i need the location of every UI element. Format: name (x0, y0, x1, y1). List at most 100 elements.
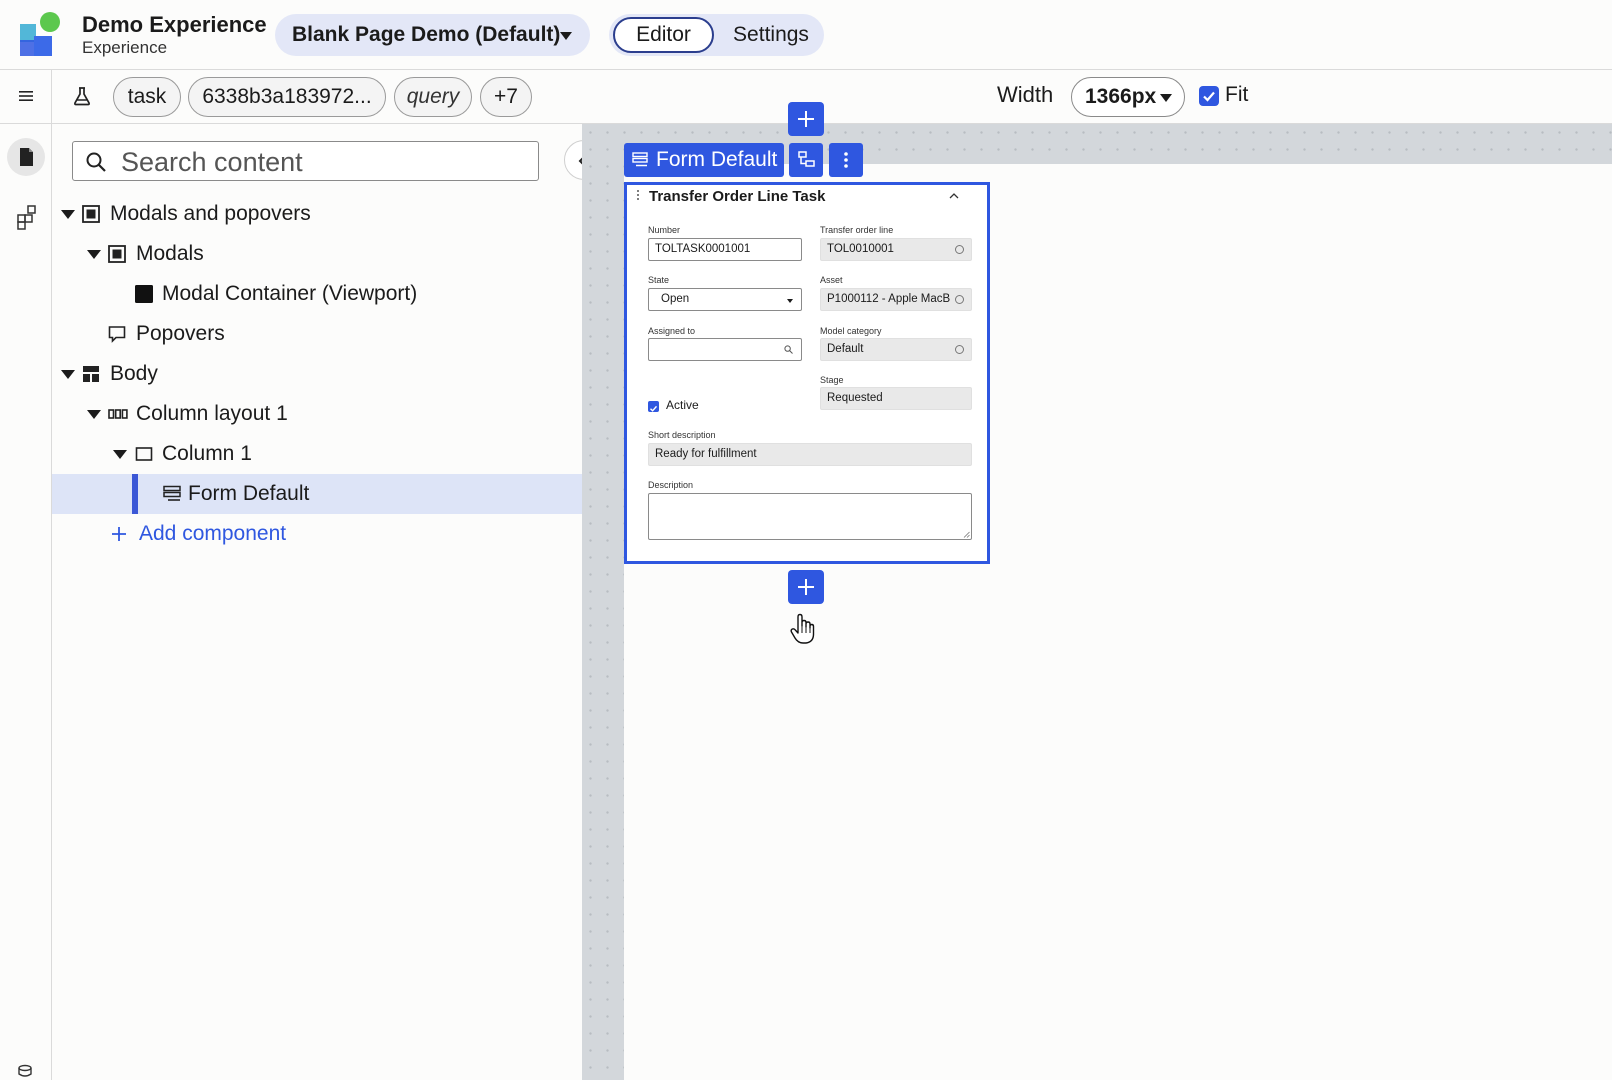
param-chip-task[interactable]: task (113, 77, 181, 117)
tree-item-body[interactable]: Body (52, 354, 582, 394)
stage-label: Stage (820, 375, 844, 385)
app-subtitle: Experience (82, 38, 168, 57)
search-icon (86, 152, 106, 172)
add-component-link[interactable]: Add component (52, 514, 582, 554)
active-label: Active (666, 398, 699, 412)
info-icon[interactable] (955, 345, 964, 354)
rail-components-button[interactable] (7, 198, 45, 236)
number-label: Number (648, 225, 681, 235)
tree-item-modals-and-popovers[interactable]: Modals and popovers (52, 194, 582, 234)
checkmark-icon (650, 405, 658, 412)
info-icon[interactable] (955, 295, 964, 304)
fit-label: Fit (1225, 83, 1249, 106)
editor-tab[interactable]: Editor (613, 17, 714, 53)
tree-item-form-default[interactable]: Form Default (52, 474, 582, 514)
tree-item-column-1[interactable]: Column 1 (52, 434, 582, 474)
number-field[interactable]: TOLTASK0001001 (648, 238, 802, 261)
caret-down-icon[interactable] (61, 210, 75, 219)
model-category-field: Default (820, 338, 972, 361)
width-label: Width (997, 82, 1054, 107)
more-vertical-icon (844, 152, 848, 168)
caret-down-icon[interactable] (87, 410, 101, 419)
assigned-to-field[interactable] (648, 338, 802, 361)
rail-content-tree-button[interactable] (7, 138, 45, 176)
document-icon (20, 148, 33, 166)
form-default-component[interactable]: Transfer Order Line Task Number TOLTASK0… (624, 182, 990, 564)
checkmark-icon (1203, 91, 1215, 102)
add-component-label: Add component (139, 522, 287, 545)
asset-label: Asset (820, 275, 843, 285)
app-title: Demo Experience (82, 12, 267, 37)
page-selector-label: Blank Page Demo (Default) (292, 23, 561, 46)
database-icon[interactable] (17, 1064, 33, 1078)
asset-value: P1000112 - Apple MacB (827, 293, 951, 305)
hierarchy-icon (798, 151, 815, 167)
state-select[interactable]: Open (648, 288, 802, 311)
tree-item-popovers[interactable]: Popovers (52, 314, 582, 354)
page-selector[interactable]: Blank Page Demo (Default) (275, 14, 590, 56)
description-label: Description (648, 480, 694, 490)
components-icon (17, 205, 36, 230)
state-value: Open (661, 293, 690, 305)
param-chip-sysid[interactable]: 6338b3a183972... (188, 77, 386, 117)
assigned-to-label: Assigned to (648, 326, 696, 336)
tree-item-modal-container[interactable]: Modal Container (Viewport) (52, 274, 582, 314)
caret-down-icon[interactable] (113, 450, 127, 459)
add-above-button[interactable] (788, 102, 824, 136)
stage-field: Requested (820, 387, 972, 410)
flask-icon[interactable] (73, 86, 91, 106)
tree-item-label: Popovers (136, 322, 225, 345)
column-box-icon (135, 447, 153, 461)
state-label: State (648, 275, 670, 285)
modal-icon (82, 205, 100, 223)
plus-icon (112, 527, 126, 541)
search-placeholder: Search content (121, 147, 303, 177)
param-chip-query[interactable]: query (394, 77, 472, 117)
chevron-down-icon (1160, 94, 1172, 102)
component-label-text: Form Default (656, 148, 778, 171)
tree-item-label: Form Default (188, 482, 310, 505)
transfer-order-line-value: TOL0010001 (827, 243, 894, 255)
width-select[interactable]: 1366px (1071, 77, 1185, 117)
search-input[interactable]: Search content (72, 141, 539, 181)
app-header: Demo Experience Experience Blank Page De… (0, 0, 1612, 70)
caret-down-icon[interactable] (61, 370, 75, 379)
left-rail (0, 124, 52, 1080)
hand-cursor-icon (790, 613, 815, 644)
model-category-label: Model category (820, 326, 882, 336)
resize-handle-icon[interactable] (963, 531, 970, 538)
hamburger-menu-icon[interactable] (18, 88, 34, 104)
selection-indicator (132, 474, 138, 514)
tree-item-label: Column layout 1 (136, 402, 288, 425)
mode-switcher: Editor Settings (609, 14, 824, 56)
transfer-order-line-field: TOL0010001 (820, 238, 972, 261)
chevron-up-icon[interactable] (949, 191, 959, 201)
drag-handle-icon[interactable] (636, 189, 640, 201)
asset-field: P1000112 - Apple MacB (820, 288, 972, 311)
layout-icon (83, 366, 99, 382)
active-checkbox[interactable] (648, 401, 659, 412)
component-label-button[interactable]: Form Default (624, 143, 784, 177)
more-options-button[interactable] (829, 143, 863, 177)
modal-icon (108, 245, 126, 263)
caret-down-icon (787, 299, 793, 303)
settings-tab[interactable]: Settings (721, 17, 821, 53)
form-icon (163, 485, 181, 501)
tree-item-column-layout[interactable]: Column layout 1 (52, 394, 582, 434)
info-icon[interactable] (955, 245, 964, 254)
tree-item-modals[interactable]: Modals (52, 234, 582, 274)
add-below-button[interactable] (788, 570, 824, 604)
canvas-gutter (582, 124, 624, 1080)
short-description-label: Short description (648, 430, 716, 440)
filled-square-icon (135, 285, 153, 303)
caret-down-icon[interactable] (87, 250, 101, 259)
width-value: 1366px (1085, 85, 1157, 108)
toolbar-divider (51, 70, 52, 124)
tree-item-label: Body (110, 362, 158, 385)
select-parent-button[interactable] (789, 143, 823, 177)
chevron-down-icon (560, 32, 572, 40)
description-textarea[interactable] (648, 493, 972, 540)
fit-checkbox[interactable] (1199, 86, 1219, 106)
search-icon[interactable] (784, 345, 793, 354)
param-chip-more[interactable]: +7 (480, 77, 532, 117)
